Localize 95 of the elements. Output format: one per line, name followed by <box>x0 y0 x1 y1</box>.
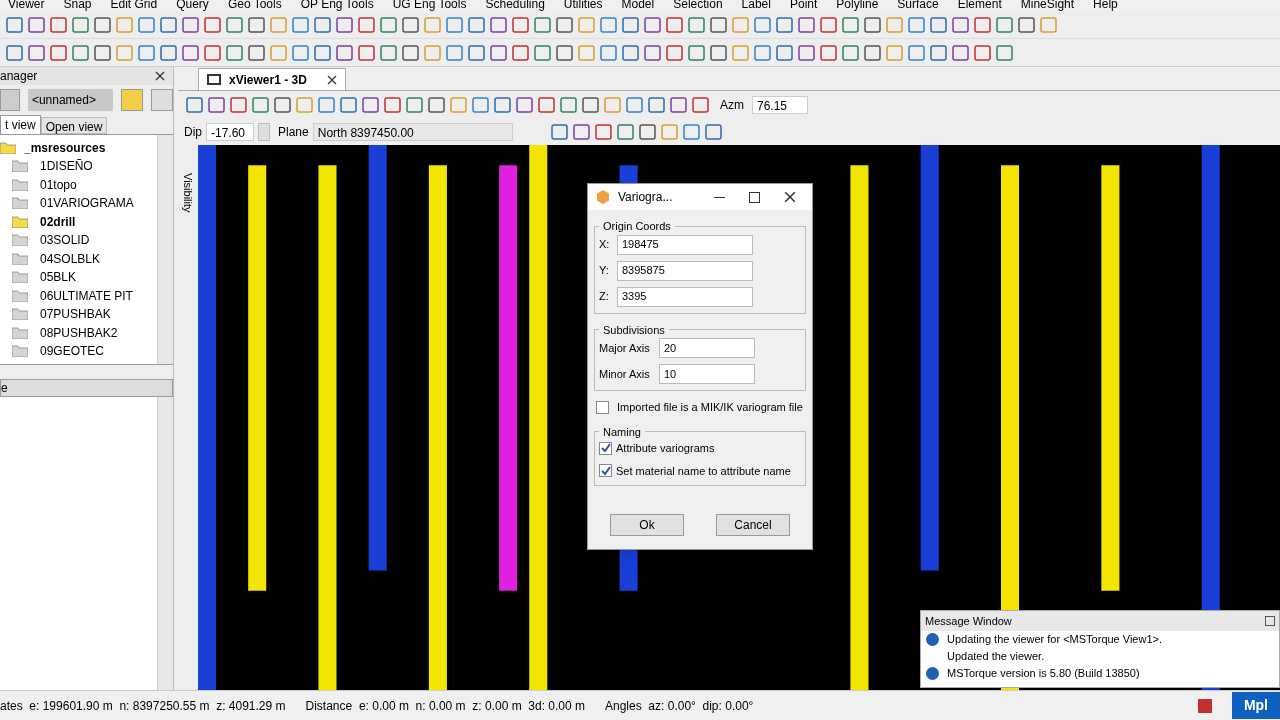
menu-item[interactable]: UG Eng Tools <box>392 0 467 11</box>
scrollbar[interactable] <box>157 135 173 364</box>
tree-item[interactable]: 04SOLBLK <box>40 249 101 268</box>
column-header: e <box>1 380 8 397</box>
tab[interactable]: t view <box>0 115 41 134</box>
viewer-tab[interactable]: xViewer1 - 3D <box>198 68 346 90</box>
tree-item[interactable]: 07PUSHBAK <box>40 305 111 324</box>
checkbox[interactable] <box>599 464 612 478</box>
scrollbar[interactable] <box>157 397 173 690</box>
message-text: Updated the viewer. <box>947 649 1045 665</box>
tab-label: xViewer1 - 3D <box>229 71 307 89</box>
folder-icon <box>12 234 28 247</box>
dialog-button[interactable]: Cancel <box>716 514 790 536</box>
folder-icon <box>12 289 28 302</box>
menu-item[interactable]: OP Eng Tools <box>300 0 374 11</box>
azm-field[interactable]: 76.15 <box>752 96 808 114</box>
folder-icon <box>12 345 28 358</box>
maximize-icon[interactable] <box>749 191 760 203</box>
plane-field[interactable]: North 8397450.00 <box>312 123 513 141</box>
name-field[interactable]: <unnamed> <box>27 89 114 111</box>
field-label: Y: <box>599 263 610 279</box>
group-title: Subdivisions <box>602 322 666 338</box>
folder-icon <box>12 252 28 265</box>
group-title: Origin Coords <box>602 219 672 234</box>
side-tab[interactable]: Visibility <box>179 173 197 213</box>
menu-item[interactable]: Query <box>176 0 209 11</box>
tree-item[interactable]: 09GEOTEC <box>40 342 105 361</box>
menu-item[interactable]: Surface <box>897 0 939 11</box>
maximize-button[interactable] <box>1265 616 1275 626</box>
tree-item[interactable]: 02drill <box>40 212 76 231</box>
field-label: Major Axis <box>599 340 651 356</box>
tree-item[interactable]: 08PUSHBAK2 <box>40 323 118 342</box>
field-label: Z: <box>599 289 610 305</box>
input-field[interactable]: 3395 <box>617 286 753 307</box>
tree-item[interactable]: 06ULTIMATE PIT <box>40 286 133 305</box>
menu-item[interactable]: Viewer <box>8 0 45 11</box>
input-field[interactable]: 198475 <box>617 234 753 255</box>
tab[interactable]: Open view <box>40 117 108 134</box>
tree-item[interactable]: 01topo <box>40 175 77 194</box>
menu-item[interactable]: Utilities <box>563 0 603 11</box>
menu-item[interactable]: Model <box>621 0 655 11</box>
folder-icon <box>12 308 28 321</box>
status-badge[interactable]: Mpl <box>1231 692 1280 719</box>
field-label: X: <box>599 237 611 253</box>
tree-item[interactable]: 01VARIOGRAMA <box>40 194 134 213</box>
input-field[interactable]: 8395875 <box>617 260 753 281</box>
folder-icon <box>0 141 16 154</box>
folder-icon <box>12 215 28 228</box>
monitor-icon <box>207 74 221 85</box>
menu-item[interactable]: Point <box>789 0 818 11</box>
input-field[interactable]: 10 <box>659 364 755 384</box>
tree-item[interactable]: 05BLK <box>40 268 77 287</box>
menu-item[interactable]: Scheduling <box>485 0 545 11</box>
folder-icon <box>12 197 28 210</box>
plane-label: Plane <box>277 124 309 141</box>
hexagon-icon <box>596 190 610 204</box>
menu-item[interactable]: Help <box>1093 0 1118 11</box>
checkbox-label: Set material name to attribute name <box>616 463 791 479</box>
menu-item[interactable]: Polyline <box>836 0 879 11</box>
close-icon[interactable] <box>784 191 796 203</box>
dip-field[interactable]: -17.60 <box>206 123 254 141</box>
status-text: Distance e: 0.00 m n: 0.00 m z: 0.00 m 3d: 0.00 m <box>305 697 585 715</box>
field-label: Minor Axis <box>599 366 651 382</box>
menu-item[interactable]: Element <box>957 0 1002 11</box>
dip-label: Dip <box>184 124 202 141</box>
menu-item[interactable]: Snap <box>63 0 92 11</box>
folder-icon <box>12 326 28 339</box>
folder-icon <box>12 160 28 173</box>
panel-title: Message Window <box>925 613 1012 629</box>
azm-label: Azm <box>720 97 744 114</box>
checkbox[interactable] <box>596 400 609 414</box>
panel-title: anager <box>0 68 38 85</box>
status-text: Angles az: 0.00° dip: 0.00° <box>605 697 754 715</box>
dialog-button[interactable]: Ok <box>610 514 684 536</box>
checkbox[interactable] <box>599 441 612 455</box>
close-icon[interactable] <box>326 74 337 85</box>
folder-icon <box>12 178 28 191</box>
folder-icon <box>12 271 28 284</box>
menu-item[interactable]: Label <box>741 0 771 11</box>
tree-item[interactable]: _msresources <box>24 138 106 157</box>
menu-item[interactable]: MineSight <box>1020 0 1075 11</box>
input-field[interactable]: 20 <box>659 338 755 358</box>
group-title: Naming <box>602 424 642 440</box>
status-text: ates e: 199601.90 m n: 8397250.55 m z: 4091.29 m <box>0 697 286 715</box>
dialog-title: Variogra... <box>618 189 674 206</box>
menu-item[interactable]: Selection <box>673 0 723 11</box>
tree-item[interactable]: 1DISEÑO <box>40 157 93 176</box>
checkbox-label: Attribute variograms <box>616 441 715 456</box>
message-text: MSTorque version is 5.80 (Build 13850) <box>947 666 1140 682</box>
menu-item[interactable]: Edit Grid <box>110 0 158 11</box>
close-icon[interactable] <box>155 71 165 81</box>
checkbox-label: Imported file is a MIK/IK variogram file <box>617 400 803 415</box>
message-text: Updating the viewer for <MSTorque View1>. <box>947 632 1163 648</box>
menu-item[interactable]: Geo Tools <box>227 0 282 11</box>
tree-item[interactable]: 03SOLID <box>40 231 90 250</box>
